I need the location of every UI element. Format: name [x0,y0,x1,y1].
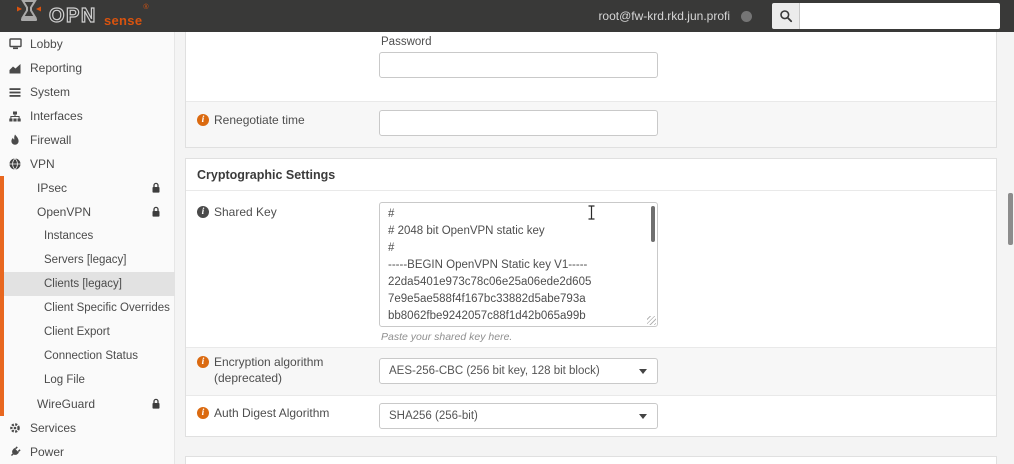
opn-logo-text: OPN [48,4,97,27]
form-panel-upper: Password i Renegotiate time [185,32,997,148]
next-section-panel [185,456,997,464]
sidebar-item-firewall[interactable]: Firewall [0,128,174,152]
sidebar-item-openvpn[interactable]: OpenVPN [4,200,175,224]
sidebar-item-wireguard[interactable]: WireGuard [4,392,175,416]
sidebar-item-connection-status[interactable]: Connection Status [4,344,175,368]
info-icon[interactable]: i [197,205,209,218]
sidebar-item-services[interactable]: Services [0,416,174,440]
info-icon[interactable]: i [197,113,209,126]
sidebar-item-system[interactable]: System [0,80,174,104]
shared-key-row: i Shared Key # # 2048 bit OpenVPN static… [186,191,996,348]
registered-mark: ® [143,4,149,11]
sidebar-item-ipsec[interactable]: IPsec [4,176,175,200]
list-icon [8,86,22,98]
sense-logo-text: sense [104,13,143,28]
password-label: Password [381,36,432,48]
auth-digest-select[interactable]: SHA256 (256-bit) [379,403,658,429]
password-row: Password [186,32,996,102]
globe-icon [8,158,22,170]
hourglass-logo-icon [16,0,42,27]
sidebar-item-vpn[interactable]: VPN [0,152,174,176]
shared-key-label: Shared Key [214,205,277,219]
desktop-icon [8,38,22,50]
global-search-input[interactable] [800,3,1000,29]
sidebar-item-clients-legacy[interactable]: Clients [legacy] [4,272,175,296]
area-chart-icon [8,62,22,74]
textarea-scrollbar[interactable] [651,206,655,242]
encryption-algorithm-row: i Encryption algorithm (deprecated) AES-… [186,348,996,396]
plug-icon [8,446,22,458]
sidebar-item-client-specific-overrides[interactable]: Client Specific Overrides [4,296,175,320]
encryption-algorithm-label: Encryption algorithm [214,355,324,369]
sidebar-item-power[interactable]: Power [0,440,174,464]
textarea-resize-handle[interactable] [647,316,656,325]
page-scrollbar[interactable] [1008,193,1013,245]
renegotiate-time-input[interactable] [379,110,658,136]
renegotiate-time-label: Renegotiate time [214,113,305,127]
renegotiate-time-row: i Renegotiate time [186,102,996,147]
text-cursor-icon [587,205,596,225]
encryption-algorithm-select[interactable]: AES-256-CBC (256 bit key, 128 bit block) [379,358,658,384]
sidebar-item-servers-legacy[interactable]: Servers [legacy] [4,248,175,272]
shared-key-textarea[interactable]: # # 2048 bit OpenVPN static key # -----B… [379,202,658,327]
logged-in-user: root@fw-krd.rkd.jun.profi [598,9,730,23]
opnsense-logo[interactable]: OPN sense ® [16,0,149,30]
fire-icon [8,134,22,146]
sitemap-icon [8,110,22,122]
info-icon[interactable]: i [197,355,209,368]
status-dot-icon [741,10,752,22]
sidebar-nav: Lobby Reporting System Interfaces Firewa… [0,32,175,464]
shared-key-hint: Paste your shared key here. [381,331,513,343]
sidebar-item-instances[interactable]: Instances [4,224,175,248]
info-icon[interactable]: i [197,406,209,419]
lock-icon [150,206,162,221]
sidebar-item-log-file[interactable]: Log File [4,368,175,392]
chevron-down-icon [639,414,647,419]
chevron-down-icon [639,369,647,374]
encryption-algorithm-label-2: (deprecated) [214,371,283,385]
search-icon [772,3,800,29]
section-heading: Cryptographic Settings [186,159,996,191]
lock-icon [150,182,162,197]
svg-text:OPN: OPN [49,5,97,27]
password-input[interactable] [379,52,658,78]
cryptographic-settings-panel: Cryptographic Settings i Shared Key # # … [185,158,997,437]
auth-digest-row: i Auth Digest Algorithm SHA256 (256-bit) [186,396,996,436]
top-header: OPN sense ® root@fw-krd.rkd.jun.profi [0,0,1014,32]
global-search [772,3,1000,29]
sidebar-item-interfaces[interactable]: Interfaces [0,104,174,128]
lock-icon [150,398,162,413]
sidebar-item-reporting[interactable]: Reporting [0,56,174,80]
sidebar-item-client-export[interactable]: Client Export [4,320,175,344]
gear-icon [8,422,22,434]
auth-digest-label: Auth Digest Algorithm [214,406,330,420]
main-content: Password i Renegotiate time Cryptographi… [176,32,1014,464]
sidebar-item-lobby[interactable]: Lobby [0,32,174,56]
